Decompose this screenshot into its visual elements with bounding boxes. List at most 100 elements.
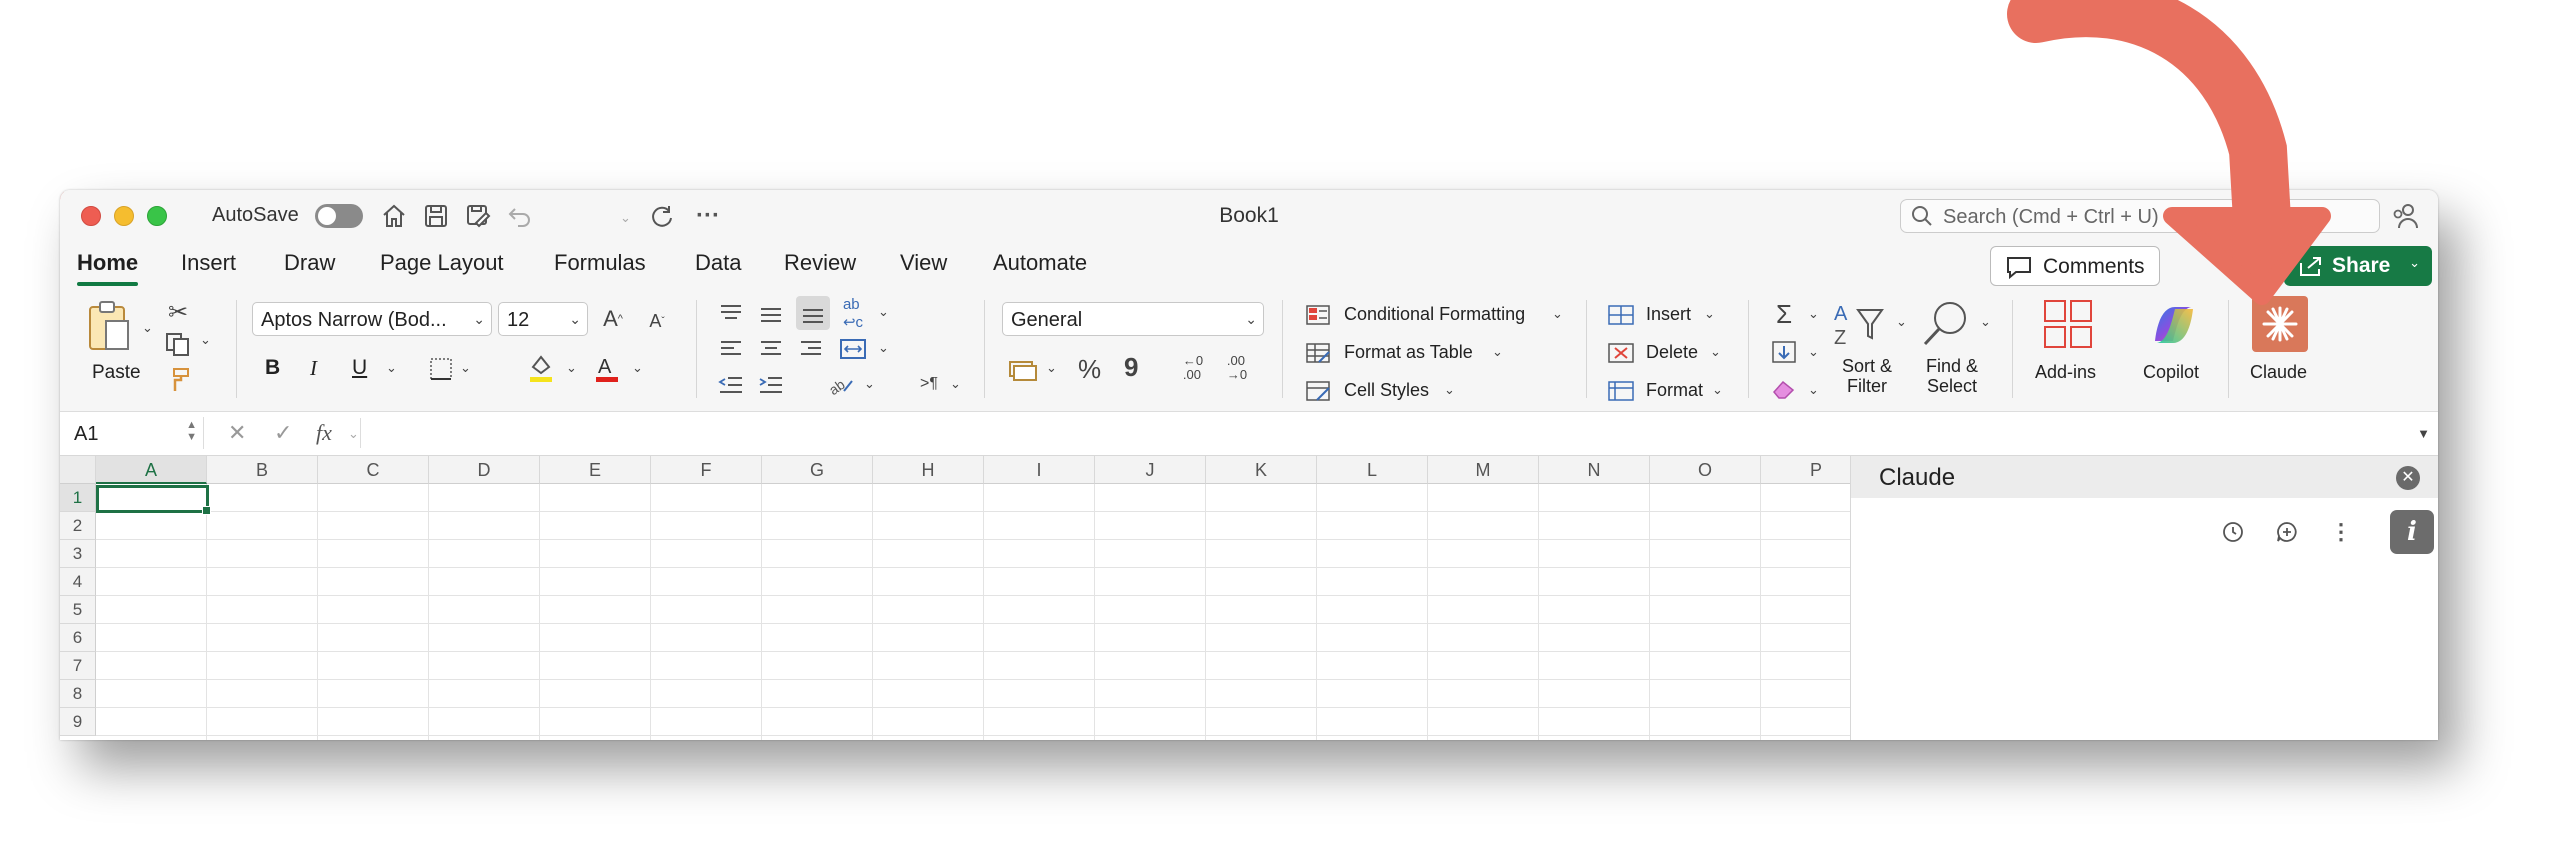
orientation-chevron-icon[interactable]: ⌄ [864,376,875,392]
expand-formula-bar-icon[interactable]: ▼ [2417,426,2430,441]
column-header-m[interactable]: M [1428,456,1539,484]
history-icon[interactable] [2219,518,2247,546]
active-cell[interactable] [96,485,211,515]
format-cells-chevron-icon[interactable]: ⌄ [1712,382,1723,398]
column-header-d[interactable]: D [429,456,540,484]
home-icon[interactable] [378,200,410,232]
find-select-icon[interactable] [1918,296,1974,352]
column-header-b[interactable]: B [207,456,318,484]
align-top-icon[interactable] [716,298,746,328]
tab-draw[interactable]: Draw [284,250,335,276]
autosum-chevron-icon[interactable]: ⌄ [1808,306,1819,322]
insert-cells-chevron-icon[interactable]: ⌄ [1704,306,1715,322]
orientation-icon[interactable]: ab [824,370,858,398]
delete-cells-icon[interactable] [1606,340,1636,366]
row-header-7[interactable]: 7 [60,652,96,680]
row-header-1[interactable]: 1 [60,484,96,512]
column-header-e[interactable]: E [540,456,651,484]
fill-color-chevron-icon[interactable]: ⌄ [566,360,577,376]
search-input[interactable]: Search (Cmd + Ctrl + U) [1900,199,2380,233]
autosave-toggle[interactable] [315,204,363,228]
tab-view[interactable]: View [900,250,947,276]
tab-page-layout[interactable]: Page Layout [380,250,504,276]
insert-cells-icon[interactable] [1606,302,1636,328]
accounting-format-icon[interactable] [1006,354,1040,384]
conditional-formatting-chevron-icon[interactable]: ⌄ [1552,306,1563,322]
conditional-formatting-label[interactable]: Conditional Formatting [1344,304,1525,325]
format-cells-icon[interactable] [1606,378,1636,404]
save-as-icon[interactable] [462,200,494,232]
cancel-edit-icon[interactable]: ✕ [228,420,246,446]
column-header-n[interactable]: N [1539,456,1650,484]
copilot-icon[interactable] [2146,300,2202,350]
decrease-indent-icon[interactable] [716,372,746,398]
addins-label[interactable]: Add-ins [2035,362,2096,383]
autosum-icon[interactable]: Σ [1770,299,1798,329]
cut-icon[interactable]: ✂ [164,298,192,326]
column-header-a[interactable]: A [96,456,207,484]
tab-automate[interactable]: Automate [993,250,1087,276]
number-format-dropdown[interactable]: General ⌄ [1002,302,1264,336]
name-box[interactable]: A1 ▲ ▼ [64,417,204,449]
format-cells-label[interactable]: Format [1646,380,1703,401]
claude-addin-icon[interactable] [2252,296,2308,352]
paste-icon[interactable] [84,298,134,354]
name-box-stepper-icon[interactable]: ▲ ▼ [186,419,197,443]
bold-button[interactable]: B [265,356,280,380]
increase-indent-icon[interactable] [756,372,786,398]
paste-chevron-icon[interactable]: ⌄ [142,320,153,336]
delete-cells-label[interactable]: Delete [1646,342,1698,363]
underline-chevron-icon[interactable]: ⌄ [386,360,397,376]
copilot-label[interactable]: Copilot [2143,362,2199,383]
zoom-window-button[interactable] [147,206,167,226]
format-as-table-label[interactable]: Format as Table [1344,342,1473,363]
copy-icon[interactable] [162,330,194,358]
confirm-edit-icon[interactable]: ✓ [274,420,292,446]
row-header-5[interactable]: 5 [60,596,96,624]
decrease-font-size-icon[interactable]: Aˇ [642,306,672,336]
find-select-chevron-icon[interactable]: ⌄ [1980,314,1991,330]
insert-function-button[interactable]: fx [316,420,332,446]
format-as-table-icon[interactable] [1304,340,1332,366]
copy-chevron-icon[interactable]: ⌄ [200,332,211,348]
conditional-formatting-icon[interactable] [1304,302,1332,328]
formula-input[interactable] [360,418,2408,448]
align-bottom-icon[interactable] [796,296,830,330]
delete-cells-chevron-icon[interactable]: ⌄ [1710,344,1721,360]
fill-chevron-icon[interactable]: ⌄ [1808,344,1819,360]
row-header-8[interactable]: 8 [60,680,96,708]
find-select-label[interactable]: Find & Select [1926,356,1978,396]
sort-filter-chevron-icon[interactable]: ⌄ [1896,314,1907,330]
row-header-6[interactable]: 6 [60,624,96,652]
fill-icon[interactable] [1770,338,1798,366]
info-icon[interactable]: i [2390,510,2434,554]
cell-styles-icon[interactable] [1304,378,1332,404]
underline-button[interactable]: U [352,356,367,380]
wrap-text-chevron-icon[interactable]: ⌄ [878,304,889,320]
merge-chevron-icon[interactable]: ⌄ [878,340,889,356]
addins-icon[interactable] [2040,296,2096,352]
tab-home[interactable]: Home [77,250,139,286]
italic-button[interactable]: I [310,356,317,381]
cell-styles-chevron-icon[interactable]: ⌄ [1444,382,1455,398]
percent-style-button[interactable]: % [1078,354,1101,385]
accounting-chevron-icon[interactable]: ⌄ [1046,360,1057,376]
font-name-dropdown[interactable]: Aptos Narrow (Bod... ⌄ [252,302,492,336]
new-chat-icon[interactable] [2273,518,2301,546]
align-right-icon[interactable] [796,334,826,364]
sort-filter-icon[interactable]: AZ [1830,296,1900,352]
row-header-3[interactable]: 3 [60,540,96,568]
merge-center-icon[interactable] [838,334,868,364]
borders-chevron-icon[interactable]: ⌄ [460,360,471,376]
format-as-table-chevron-icon[interactable]: ⌄ [1492,344,1503,360]
row-header-9[interactable]: 9 [60,708,96,736]
clear-chevron-icon[interactable]: ⌄ [1808,382,1819,398]
font-color-chevron-icon[interactable]: ⌄ [632,360,643,376]
align-left-icon[interactable] [716,334,746,364]
column-header-j[interactable]: J [1095,456,1206,484]
close-window-button[interactable] [81,206,101,226]
align-center-icon[interactable] [756,334,786,364]
column-header-i[interactable]: I [984,456,1095,484]
fill-color-icon[interactable] [526,352,556,384]
column-header-p[interactable]: P [1761,456,1850,484]
